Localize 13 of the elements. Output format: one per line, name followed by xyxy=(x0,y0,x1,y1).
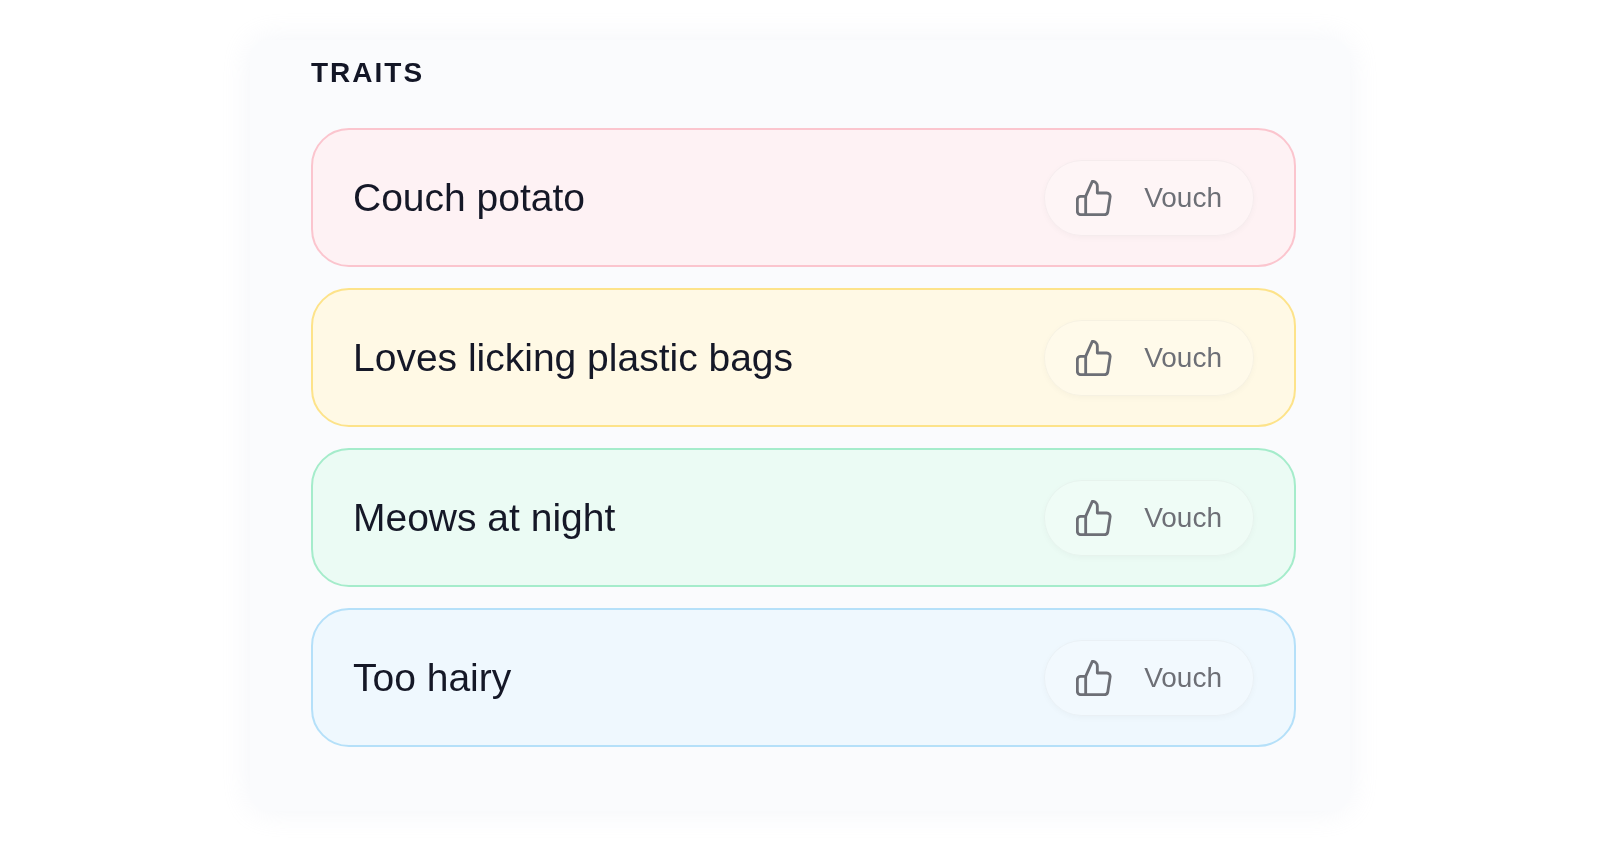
trait-label: Couch potato xyxy=(353,175,585,220)
trait-label: Meows at night xyxy=(353,495,616,540)
vouch-button[interactable]: Vouch xyxy=(1044,639,1254,716)
vouch-button[interactable]: Vouch xyxy=(1044,319,1254,396)
thumbs-up-icon xyxy=(1076,339,1113,376)
trait-label: Loves licking plastic bags xyxy=(353,335,794,380)
vouch-button[interactable]: Vouch xyxy=(1044,479,1254,556)
thumbs-up-icon xyxy=(1076,499,1113,536)
trait-label: Too hairy xyxy=(353,655,512,700)
section-title: TRAITS xyxy=(311,57,425,89)
thumbs-up-icon xyxy=(1076,659,1113,696)
vouch-button[interactable]: Vouch xyxy=(1044,159,1254,236)
thumbs-up-icon xyxy=(1076,179,1113,216)
